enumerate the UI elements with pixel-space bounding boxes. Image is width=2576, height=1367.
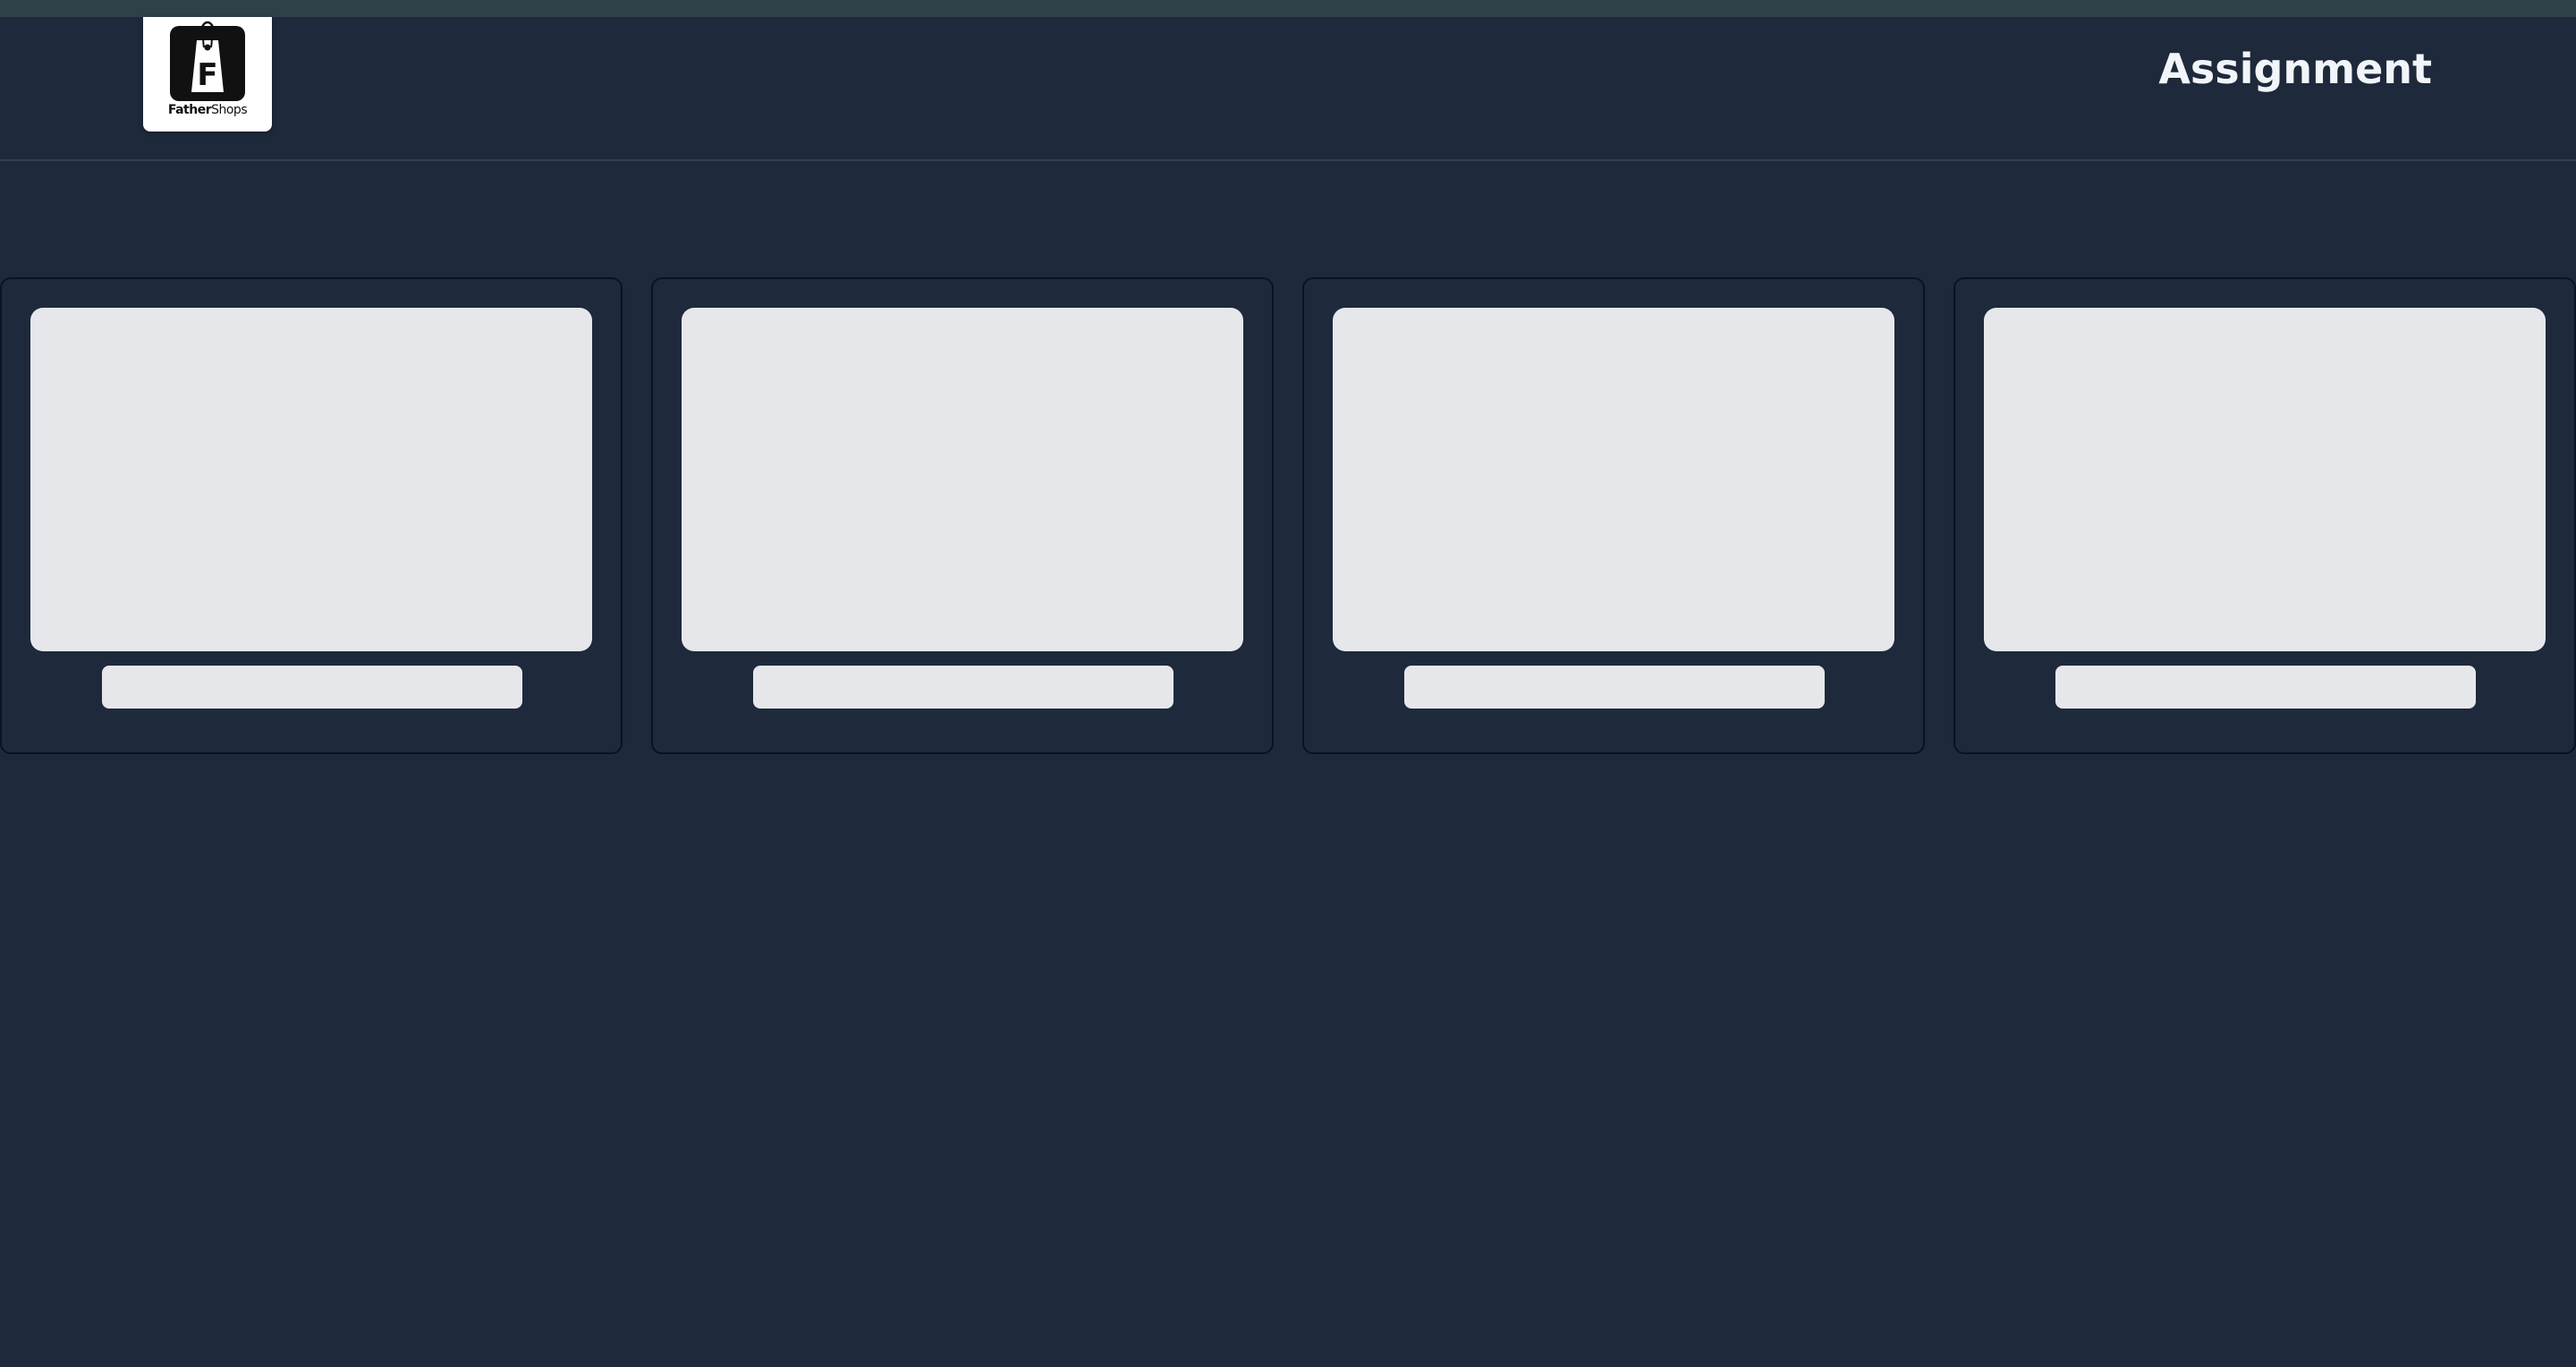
title-placeholder bbox=[1404, 666, 1825, 709]
product-card-skeleton[interactable] bbox=[1953, 277, 2576, 754]
title-placeholder bbox=[102, 666, 522, 709]
image-placeholder bbox=[1984, 308, 2546, 651]
product-card-skeleton[interactable] bbox=[0, 277, 623, 754]
product-grid bbox=[0, 277, 2576, 754]
fathershops-logo[interactable]: F FatherShops bbox=[143, 17, 272, 132]
logo-brand-bold: Father bbox=[167, 103, 212, 117]
browser-top-strip bbox=[0, 0, 2576, 17]
svg-text:F: F bbox=[197, 57, 217, 93]
product-card-skeleton[interactable] bbox=[1302, 277, 1925, 754]
page-title: Assignment bbox=[2158, 45, 2432, 93]
shopping-tag-icon: F bbox=[170, 21, 245, 101]
site-header: F FatherShops Assignment bbox=[0, 17, 2576, 161]
product-card-skeleton[interactable] bbox=[651, 277, 1274, 754]
title-placeholder bbox=[753, 666, 1174, 709]
title-placeholder bbox=[2055, 666, 2476, 709]
logo-brand-text: FatherShops bbox=[143, 103, 272, 117]
image-placeholder bbox=[1333, 308, 1894, 651]
logo-brand-regular: Shops bbox=[211, 103, 248, 117]
image-placeholder bbox=[682, 308, 1243, 651]
image-placeholder bbox=[30, 308, 592, 651]
